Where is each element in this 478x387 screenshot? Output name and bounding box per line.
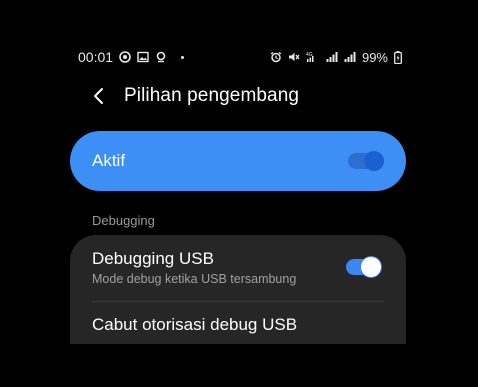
revoke-usb-auth-title: Cabut otorisasi debug USB (92, 315, 298, 334)
chevron-left-icon (94, 88, 103, 104)
notification-dot (181, 55, 185, 59)
status-bar-left: 00:01 (78, 49, 185, 65)
usb-debugging-title: Debugging USB (92, 249, 214, 268)
mute-icon (288, 51, 300, 63)
toggle-knob (361, 257, 381, 277)
revoke-usb-auth-row[interactable]: Cabut otorisasi debug USB (70, 302, 406, 344)
status-bar-right: 4G 99% (270, 50, 402, 65)
signal-icon (326, 51, 338, 63)
image-icon (137, 51, 149, 63)
location-pin-icon (155, 51, 167, 63)
battery-charging-icon (394, 50, 402, 64)
usb-debugging-toggle[interactable] (346, 257, 381, 277)
chrome-icon (119, 51, 131, 63)
section-header-debugging: Debugging (92, 213, 155, 228)
app-bar: Pilihan pengembang (88, 82, 299, 110)
toggle-knob (364, 151, 384, 171)
status-time: 00:01 (78, 49, 114, 65)
4g-signal-icon: 4G (306, 51, 320, 63)
settings-card: Debugging USB Mode debug ketika USB ters… (70, 235, 406, 344)
signal-icon-2 (344, 51, 356, 63)
alarm-icon (270, 51, 282, 63)
master-toggle[interactable] (348, 151, 384, 171)
network-label: 4G (306, 52, 313, 58)
master-switch-label: Aktif (92, 151, 126, 170)
battery-percent: 99% (361, 49, 388, 65)
usb-debugging-summary: Mode debug ketika USB tersambung (92, 272, 297, 286)
page-title: Pilihan pengembang (124, 85, 300, 106)
back-button[interactable] (88, 85, 110, 107)
usb-debugging-row[interactable]: Debugging USB Mode debug ketika USB ters… (70, 235, 406, 301)
status-bar: 00:01 4G 99% (78, 47, 402, 67)
master-switch-bar[interactable]: Aktif (70, 131, 406, 191)
